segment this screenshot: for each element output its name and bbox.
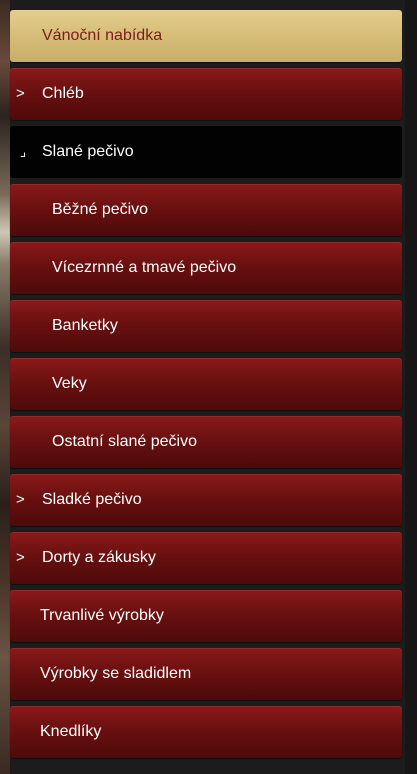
- chevron-right-icon[interactable]: >: [16, 550, 25, 565]
- submenu-item-ostatni-slane-pecivo[interactable]: Ostatní slané pečivo: [10, 416, 402, 468]
- menu-item-vanocni-nabidka[interactable]: Vánoční nabídka: [10, 10, 402, 62]
- menu-item-dorty-a-zakusky[interactable]: > Dorty a zákusky: [10, 532, 402, 584]
- background-image-strip: [0, 0, 10, 774]
- menu-item-chleb[interactable]: > Chléb: [10, 68, 402, 120]
- menu-item-label: Sladké pečivo: [42, 491, 142, 508]
- menu-item-label: Výrobky se sladidlem: [40, 665, 192, 682]
- chevron-right-icon[interactable]: >: [16, 86, 25, 101]
- menu-item-vyrobky-se-sladidlem[interactable]: Výrobky se sladidlem: [10, 648, 402, 700]
- menu-item-label: Běžné pečivo: [52, 201, 149, 218]
- chevron-right-icon[interactable]: >: [16, 492, 25, 507]
- submenu-item-vicezrnne-pecivo[interactable]: Vícezrnné a tmavé pečivo: [10, 242, 402, 294]
- submenu-item-bezne-pecivo[interactable]: Běžné pečivo: [10, 184, 402, 236]
- menu-item-sladke-pecivo[interactable]: > Sladké pečivo: [10, 474, 402, 526]
- menu-item-label: Knedlíky: [40, 723, 102, 740]
- menu-item-label: Veky: [52, 375, 87, 392]
- menu-item-slane-pecivo[interactable]: ⌟ Slané pečivo: [10, 126, 402, 178]
- menu-item-knedliky[interactable]: Knedlíky: [10, 706, 402, 758]
- menu-item-label: Dorty a zákusky: [42, 549, 156, 566]
- expanded-corner-icon[interactable]: ⌟: [20, 145, 26, 158]
- menu-item-label: Vícezrnné a tmavé pečivo: [52, 259, 237, 276]
- submenu-item-banketky[interactable]: Banketky: [10, 300, 402, 352]
- right-edge: [405, 0, 417, 774]
- menu-item-label: Banketky: [52, 317, 118, 334]
- menu-item-label: Slané pečivo: [42, 143, 134, 160]
- menu-item-label: Ostatní slané pečivo: [52, 433, 197, 450]
- menu-item-label: Trvanlivé výrobky: [40, 607, 164, 624]
- page: Vánoční nabídka > Chléb ⌟ Slané pečivo B…: [0, 0, 417, 774]
- menu-item-trvanlive-vyrobky[interactable]: Trvanlivé výrobky: [10, 590, 402, 642]
- category-menu: Vánoční nabídka > Chléb ⌟ Slané pečivo B…: [10, 10, 402, 764]
- menu-item-label: Vánoční nabídka: [42, 27, 163, 44]
- submenu-item-veky[interactable]: Veky: [10, 358, 402, 410]
